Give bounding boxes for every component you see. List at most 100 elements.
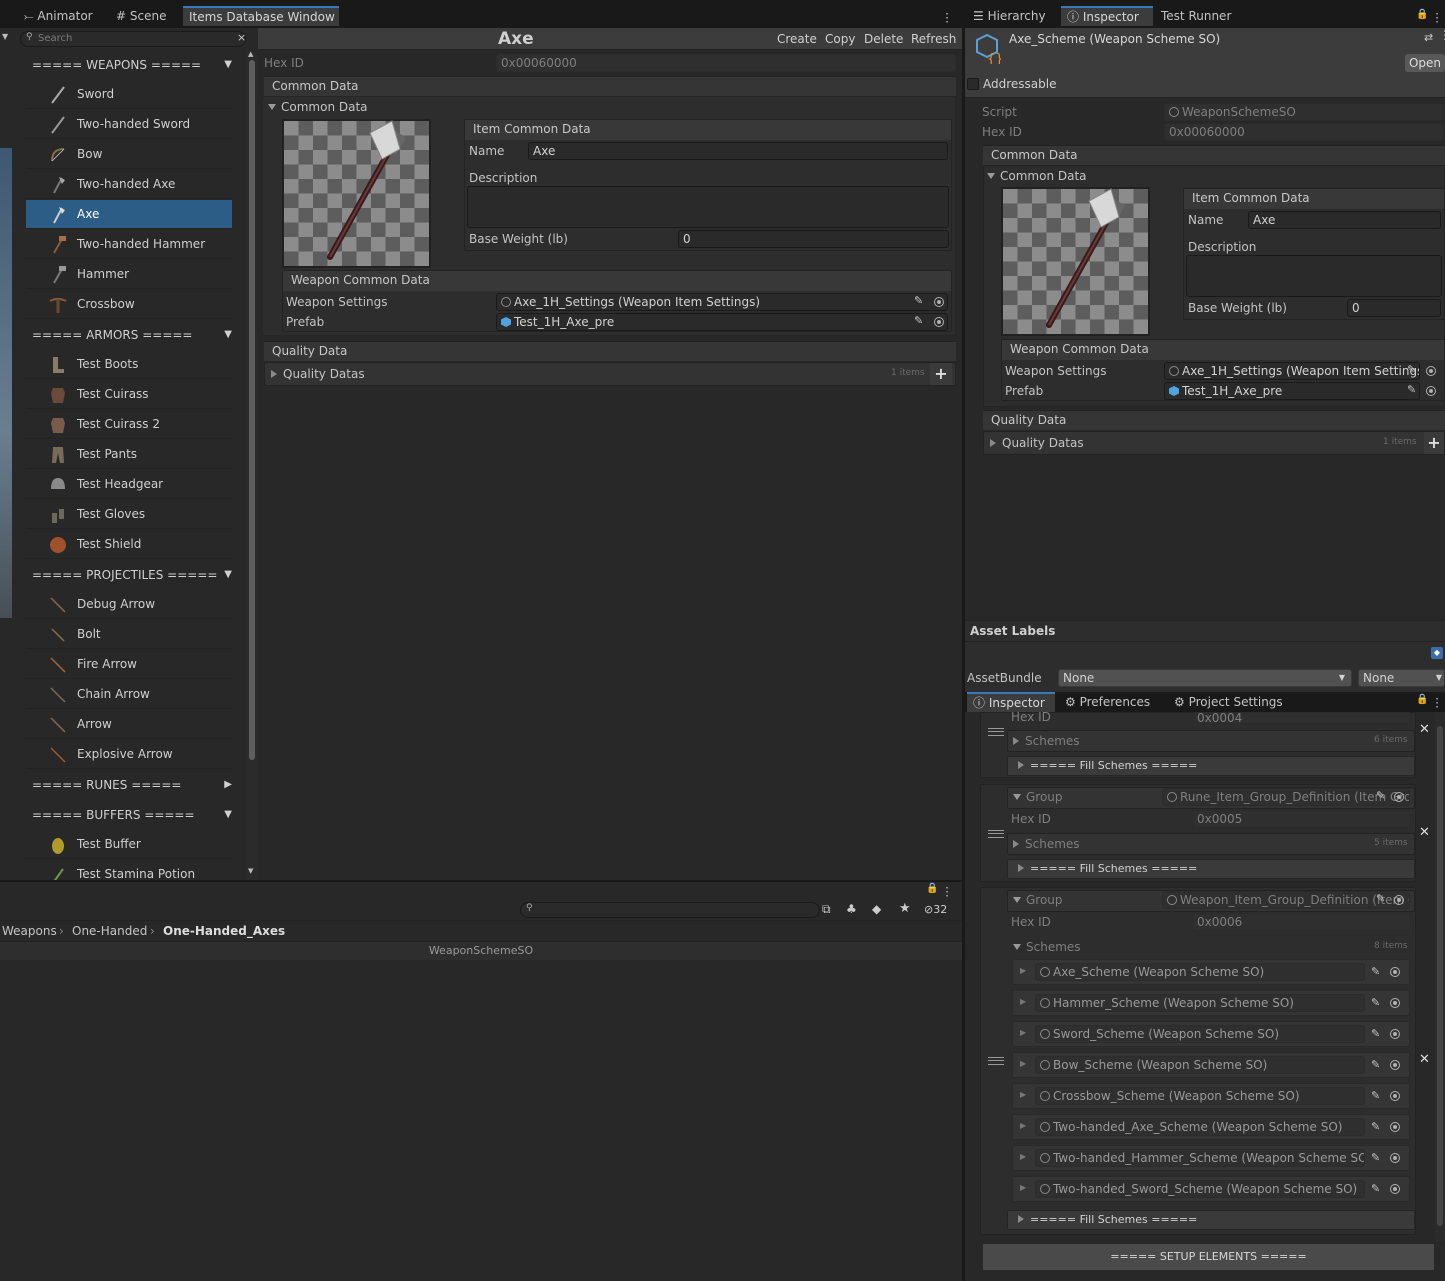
scheme-row[interactable]: ▶ Bow_Scheme (Weapon Scheme SO) ✎ bbox=[1012, 1052, 1410, 1078]
schemes-foldout[interactable]: Schemes bbox=[1013, 837, 1080, 851]
scheme-object-field[interactable]: Axe_Scheme (Weapon Scheme SO) bbox=[1035, 963, 1365, 981]
edit-pencil-icon[interactable]: ✎ bbox=[1371, 1028, 1381, 1039]
base-weight-field[interactable]: 0 bbox=[678, 230, 949, 248]
assetbundle-variant-dropdown[interactable]: None ▼ bbox=[1358, 669, 1445, 687]
drag-handle-icon[interactable] bbox=[988, 1057, 1004, 1065]
object-picker-icon[interactable] bbox=[1390, 1184, 1400, 1194]
list-item[interactable]: Test Buffer bbox=[26, 830, 232, 859]
list-item[interactable]: Chain Arrow bbox=[26, 680, 232, 709]
open-button[interactable]: Open bbox=[1405, 54, 1445, 72]
fill-schemes-button[interactable]: ===== Fill Schemes ===== bbox=[1007, 756, 1415, 776]
schemes-foldout[interactable]: Schemes bbox=[1013, 734, 1080, 748]
weapon-settings-field[interactable]: Axe_1H_Settings (Weapon Item Settings) bbox=[1164, 362, 1420, 380]
left-tab-menu-icon[interactable]: · · · bbox=[944, 8, 950, 28]
list-scrollbar-thumb[interactable] bbox=[249, 60, 255, 760]
object-picker-icon[interactable] bbox=[934, 317, 944, 327]
list-item-selected[interactable]: Axe bbox=[26, 200, 232, 229]
settings-sliders-icon[interactable]: ⇄ bbox=[1424, 31, 1433, 44]
scheme-object-field[interactable]: Hammer_Scheme (Weapon Scheme SO) bbox=[1035, 994, 1365, 1012]
weapon-settings-field[interactable]: Axe_1H_Settings (Weapon Item Settings) bbox=[496, 293, 948, 311]
list-item[interactable]: Bolt bbox=[26, 620, 232, 649]
groups-scrollbar-thumb[interactable] bbox=[1437, 726, 1443, 1226]
left-strip-arrow-icon[interactable]: ▼ bbox=[2, 32, 8, 41]
list-item[interactable]: Hammer bbox=[26, 260, 232, 289]
object-picker-icon[interactable] bbox=[1390, 1029, 1400, 1039]
prefab-field[interactable]: Test_1H_Axe_pre bbox=[496, 313, 948, 331]
create-button[interactable]: Create bbox=[773, 28, 821, 50]
breadcrumb-weapons[interactable]: Weapons bbox=[2, 924, 57, 938]
list-item[interactable]: Two-handed Hammer bbox=[26, 230, 232, 259]
groups-scrollbar[interactable] bbox=[1435, 712, 1445, 1242]
drag-handle-icon[interactable] bbox=[988, 830, 1004, 838]
edit-pencil-icon[interactable]: ✎ bbox=[1371, 1152, 1381, 1163]
list-item[interactable]: Test Stamina Potion bbox=[26, 860, 232, 880]
list-item[interactable]: Two-handed Axe bbox=[26, 170, 232, 199]
description-field[interactable] bbox=[1186, 255, 1442, 297]
schemes-foldout[interactable]: Schemes bbox=[1013, 940, 1081, 954]
category-armors[interactable]: ===== ARMORS ===== ▼ bbox=[20, 320, 240, 350]
drag-handle-icon[interactable] bbox=[988, 728, 1004, 736]
breadcrumb-one-handed[interactable]: One-Handed bbox=[72, 924, 147, 938]
object-picker-icon[interactable] bbox=[1390, 1122, 1400, 1132]
quality-datas-foldout[interactable]: Quality Datas bbox=[990, 436, 1084, 450]
remove-element-icon[interactable]: ✕ bbox=[1419, 722, 1430, 737]
list-scrollbar[interactable]: ▲ ▼ bbox=[247, 50, 257, 880]
addressable-checkbox[interactable] bbox=[967, 78, 979, 90]
lock-icon[interactable]: 🔒 bbox=[1416, 9, 1428, 20]
project-menu-icon[interactable]: · · · bbox=[944, 882, 950, 902]
list-item[interactable]: Test Headgear bbox=[26, 470, 232, 499]
tab-animator[interactable]: ⤚ Animator bbox=[18, 6, 99, 26]
edit-pencil-icon[interactable]: ✎ bbox=[1407, 384, 1417, 395]
inspector2-menu-icon[interactable]: · · · bbox=[1434, 693, 1440, 713]
list-item[interactable]: Explosive Arrow bbox=[26, 740, 232, 769]
edit-pencil-icon[interactable]: ✎ bbox=[1371, 1183, 1381, 1194]
tab-project-settings[interactable]: ⚙ Project Settings bbox=[1168, 692, 1289, 712]
object-picker-icon[interactable] bbox=[1426, 386, 1436, 396]
list-item[interactable]: Crossbow bbox=[26, 290, 232, 319]
edit-pencil-icon[interactable]: ✎ bbox=[914, 295, 924, 306]
refresh-button[interactable]: Refresh bbox=[907, 28, 960, 50]
group-foldout[interactable]: Group bbox=[1013, 893, 1063, 907]
category-projectiles[interactable]: ===== PROJECTILES ===== ▼ bbox=[20, 560, 240, 590]
list-item[interactable]: Debug Arrow bbox=[26, 590, 232, 619]
scheme-object-field[interactable]: Bow_Scheme (Weapon Scheme SO) bbox=[1035, 1056, 1365, 1074]
hidden-count[interactable]: ⊘32 bbox=[924, 903, 947, 916]
scheme-row[interactable]: ▶ Two-handed_Sword_Scheme (Weapon Scheme … bbox=[1012, 1176, 1410, 1202]
inspector-menu-icon[interactable]: · · · bbox=[1434, 8, 1440, 28]
fill-schemes-button[interactable]: ===== Fill Schemes ===== bbox=[1007, 1210, 1415, 1230]
tab-inspector[interactable]: ⓘ Inspector bbox=[1061, 6, 1153, 26]
list-item[interactable]: Test Boots bbox=[26, 350, 232, 379]
scheme-row[interactable]: ▶ Two-handed_Hammer_Scheme (Weapon Scheme… bbox=[1012, 1145, 1410, 1171]
object-picker-icon[interactable] bbox=[1394, 792, 1404, 802]
fill-schemes-button[interactable]: ===== Fill Schemes ===== bbox=[1007, 859, 1415, 879]
edit-pencil-icon[interactable]: ✎ bbox=[1376, 893, 1386, 904]
label-tag-icon[interactable]: ◆ bbox=[1431, 647, 1443, 659]
assetbundle-dropdown[interactable]: None ▼ bbox=[1058, 669, 1352, 687]
base-weight-field[interactable]: 0 bbox=[1347, 299, 1441, 317]
more-icon[interactable]: ⋮ bbox=[1439, 28, 1445, 42]
tab-inspector-2[interactable]: ⓘ Inspector bbox=[967, 692, 1055, 712]
tab-items-database[interactable]: Items Database Window bbox=[183, 6, 339, 26]
search-input[interactable]: ⚲ Search bbox=[20, 31, 246, 47]
tab-scene[interactable]: # Scene bbox=[110, 6, 172, 26]
add-quality-button[interactable]: + bbox=[930, 363, 952, 385]
label-tag-icon[interactable]: ◆ bbox=[872, 902, 881, 916]
list-item[interactable]: Bow bbox=[26, 140, 232, 169]
edit-pencil-icon[interactable]: ✎ bbox=[1371, 1059, 1381, 1070]
object-picker-icon[interactable] bbox=[1426, 366, 1436, 376]
edit-pencil-icon[interactable]: ✎ bbox=[1371, 966, 1381, 977]
common-data-foldout[interactable]: Common Data bbox=[268, 100, 368, 114]
scheme-row[interactable]: ▶ Crossbow_Scheme (Weapon Scheme SO) ✎ bbox=[1012, 1083, 1410, 1109]
add-quality-button[interactable]: + bbox=[1424, 432, 1444, 454]
edit-pencil-icon[interactable]: ✎ bbox=[1371, 1121, 1381, 1132]
tab-test-runner[interactable]: Test Runner bbox=[1155, 6, 1237, 26]
object-picker-icon[interactable] bbox=[1394, 895, 1404, 905]
category-buffers[interactable]: ===== BUFFERS ===== ▼ bbox=[20, 800, 240, 830]
scheme-object-field[interactable]: Two-handed_Sword_Scheme (Weapon Scheme S… bbox=[1035, 1180, 1365, 1198]
name-field[interactable]: Axe bbox=[528, 142, 948, 160]
project-search-input[interactable]: ⚲ bbox=[520, 902, 820, 918]
setup-elements-button[interactable]: ===== SETUP ELEMENTS ===== bbox=[982, 1243, 1435, 1271]
scroll-up-icon[interactable]: ▲ bbox=[248, 50, 253, 58]
list-item[interactable]: Arrow bbox=[26, 710, 232, 739]
axe-preview-icon[interactable] bbox=[1001, 187, 1150, 336]
